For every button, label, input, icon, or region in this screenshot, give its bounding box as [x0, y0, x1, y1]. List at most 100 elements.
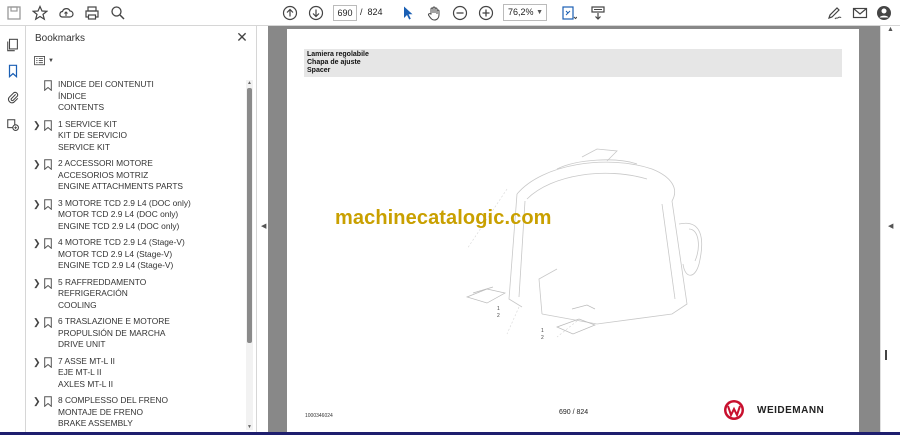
- zoom-out-icon[interactable]: [450, 3, 470, 23]
- document-canvas: Lamiera regolabile Chapa de ajuste Space…: [268, 26, 880, 435]
- bookmark-icon: [44, 119, 52, 131]
- bookmarks-icon[interactable]: [4, 62, 22, 80]
- bookmark-label: 1 SERVICE KIT: [58, 118, 117, 129]
- bookmark-label: KIT DE SERVICIO: [58, 130, 128, 140]
- prev-page-button[interactable]: [280, 3, 300, 23]
- scroll-up-icon[interactable]: ▲: [887, 26, 894, 33]
- bookmark-label: 2 ACCESSORI MOTORE: [58, 158, 153, 168]
- bookmark-label: REFRIGERACIÓN: [58, 288, 128, 298]
- bookmark-item[interactable]: ❯ 5 RAFFREDDAMENTO REFRIGERACIÓN COOLING: [27, 277, 245, 312]
- bookmark-label: PROPULSIÓN DE MARCHA: [58, 327, 166, 338]
- bookmark-label: BRAKE ASSEMBLY: [58, 418, 133, 428]
- page-number-input[interactable]: 690: [333, 5, 357, 21]
- bookmark-item[interactable]: ❯ 6 TRASLAZIONE E MOTORE PROPULSIÓN DE MAR…: [27, 316, 245, 351]
- bookmark-label: ENGINE TCD 2.9 L4 (Stage-V): [58, 260, 174, 270]
- mail-icon[interactable]: [850, 3, 870, 23]
- bookmark-scrollbar[interactable]: ▲ ▼: [246, 80, 253, 430]
- bookmark-label: MOTOR TCD 2.9 L4 (Stage-V): [58, 248, 173, 259]
- page-count: / 824: [360, 7, 383, 17]
- chevron-right-icon[interactable]: ❯: [33, 238, 41, 249]
- page-separator: /: [360, 7, 363, 17]
- attachments-icon[interactable]: [4, 88, 22, 106]
- brand-name: WEIDEMANN: [757, 405, 825, 416]
- watermark: machinecatalogic.com: [335, 207, 552, 229]
- save-icon[interactable]: [4, 3, 24, 23]
- chevron-down-icon: ▼: [48, 58, 54, 64]
- chevron-right-icon[interactable]: ❯: [33, 357, 41, 368]
- page-header: Lamiera regolabile Chapa de ajuste Space…: [304, 49, 842, 77]
- bookmark-label: SERVICE KIT: [58, 141, 110, 152]
- bookmark-icon: [44, 80, 52, 91]
- page-display-icon[interactable]: [558, 3, 580, 23]
- bookmark-label: EJE MT-L II: [58, 367, 102, 377]
- bookmark-icon: [44, 198, 52, 210]
- bookmark-item[interactable]: ❯ 3 MOTORE TCD 2.9 L4 (DOC only) MOTOR TCD…: [27, 198, 245, 233]
- bookmark-label: MONTAJE DE FRENO: [58, 406, 143, 417]
- bookmark-icon: [44, 356, 52, 368]
- print-icon[interactable]: [82, 3, 102, 23]
- star-icon[interactable]: [30, 3, 50, 23]
- zoom-value: 76,2%: [508, 7, 534, 17]
- chevron-right-icon[interactable]: ❯: [33, 317, 41, 328]
- chevron-right-icon[interactable]: ❯: [33, 159, 41, 170]
- list-options-icon: [34, 56, 45, 66]
- bookmark-item[interactable]: ❯ 2 ACCESSORI MOTORE ACCESORIOS MOTRIZ ENGI…: [27, 158, 245, 193]
- bookmark-item[interactable]: INDICE DEI CONTENUTI ÍNDICE CONTENTS: [27, 79, 245, 114]
- bookmark-icon: [44, 396, 52, 407]
- panel-splitter[interactable]: ◀: [258, 26, 268, 435]
- cloud-upload-icon[interactable]: [56, 3, 76, 23]
- edit-sign-icon[interactable]: [824, 3, 844, 23]
- bookmark-label: 8 COMPLESSO DEL FRENO: [58, 395, 168, 405]
- right-scroll-rail: ▲ ◀: [880, 26, 900, 435]
- keyboard-scroll-icon[interactable]: [588, 3, 608, 23]
- bookmark-label: ENGINE TCD 2.9 L4 (DOC only): [58, 220, 180, 231]
- panel-title: Bookmarks: [35, 33, 86, 44]
- document-scroll-thumb[interactable]: [885, 350, 887, 360]
- callout-1-right: 1: [541, 328, 544, 334]
- next-page-button[interactable]: [306, 3, 326, 23]
- bookmark-item[interactable]: ❯ 8 COMPLESSO DEL FRENO MONTAJE DE FRENO BR…: [27, 395, 245, 430]
- tools-layers-icon[interactable]: [4, 116, 22, 134]
- bookmark-label: INDICE DEI CONTENUTI: [58, 79, 154, 89]
- chevron-right-icon[interactable]: ❯: [33, 396, 41, 407]
- scroll-thumb[interactable]: [247, 88, 252, 343]
- select-cursor-icon[interactable]: [398, 3, 418, 23]
- bookmark-options-button[interactable]: ▼: [34, 54, 56, 68]
- bookmark-label: ACCESORIOS MOTRIZ: [58, 169, 149, 180]
- callout-2-left: 2: [497, 313, 500, 319]
- chevron-right-icon[interactable]: ❯: [33, 199, 41, 210]
- bookmark-icon: [44, 238, 52, 249]
- hand-tool-icon[interactable]: [424, 3, 444, 23]
- pdf-page: Lamiera regolabile Chapa de ajuste Space…: [287, 29, 859, 435]
- expand-right-icon[interactable]: ◀: [888, 222, 893, 230]
- bookmark-item[interactable]: ❯ 1 SERVICE KIT KIT DE SERVICIO SERVICE KIT: [27, 119, 245, 154]
- toolbar: 690 / 824 76,2% ▼: [0, 0, 900, 26]
- navigation-rail: [0, 26, 26, 435]
- account-icon[interactable]: [874, 3, 894, 23]
- close-icon[interactable]: ✕: [234, 29, 250, 45]
- bookmark-label: AXLES MT-L II: [58, 378, 114, 389]
- zoom-search-icon[interactable]: [108, 3, 128, 23]
- page-footer-number: 690 / 824: [559, 409, 589, 416]
- header-line-es: Chapa de ajuste: [307, 59, 361, 66]
- bookmark-item[interactable]: ❯ 4 MOTORE TCD 2.9 L4 (Stage-V) MOTOR TCD …: [27, 237, 245, 272]
- parts-drawing: 1 2 1 2: [465, 148, 702, 339]
- bookmark-item[interactable]: ❯ 7 ASSE MT-L II EJE MT-L II AXLES MT-L II: [27, 356, 245, 391]
- chevron-down-icon: ▼: [536, 9, 543, 16]
- weidemann-logo: [724, 400, 744, 420]
- zoom-select[interactable]: 76,2% ▼: [503, 4, 547, 21]
- chevron-right-icon[interactable]: ❯: [33, 120, 41, 131]
- chevron-right-icon[interactable]: ❯: [33, 278, 41, 289]
- callout-1-left: 1: [497, 306, 500, 312]
- zoom-in-icon[interactable]: [476, 3, 496, 23]
- collapse-left-icon[interactable]: ◀: [261, 222, 266, 230]
- total-pages: 824: [367, 7, 383, 17]
- bookmark-label: 3 MOTORE TCD 2.9 L4 (DOC only): [58, 197, 191, 208]
- scroll-down-icon[interactable]: ▼: [246, 424, 253, 430]
- scroll-up-icon[interactable]: ▲: [246, 80, 253, 86]
- page-thumbnails-icon[interactable]: [4, 36, 22, 54]
- bookmark-label: ENGINE ATTACHMENTS PARTS: [58, 181, 184, 191]
- bookmark-list: INDICE DEI CONTENUTI ÍNDICE CONTENTS ❯ 1 SER…: [27, 79, 245, 435]
- bookmark-label: CONTENTS: [58, 102, 105, 112]
- bookmark-label: 5 RAFFREDDAMENTO: [58, 276, 147, 287]
